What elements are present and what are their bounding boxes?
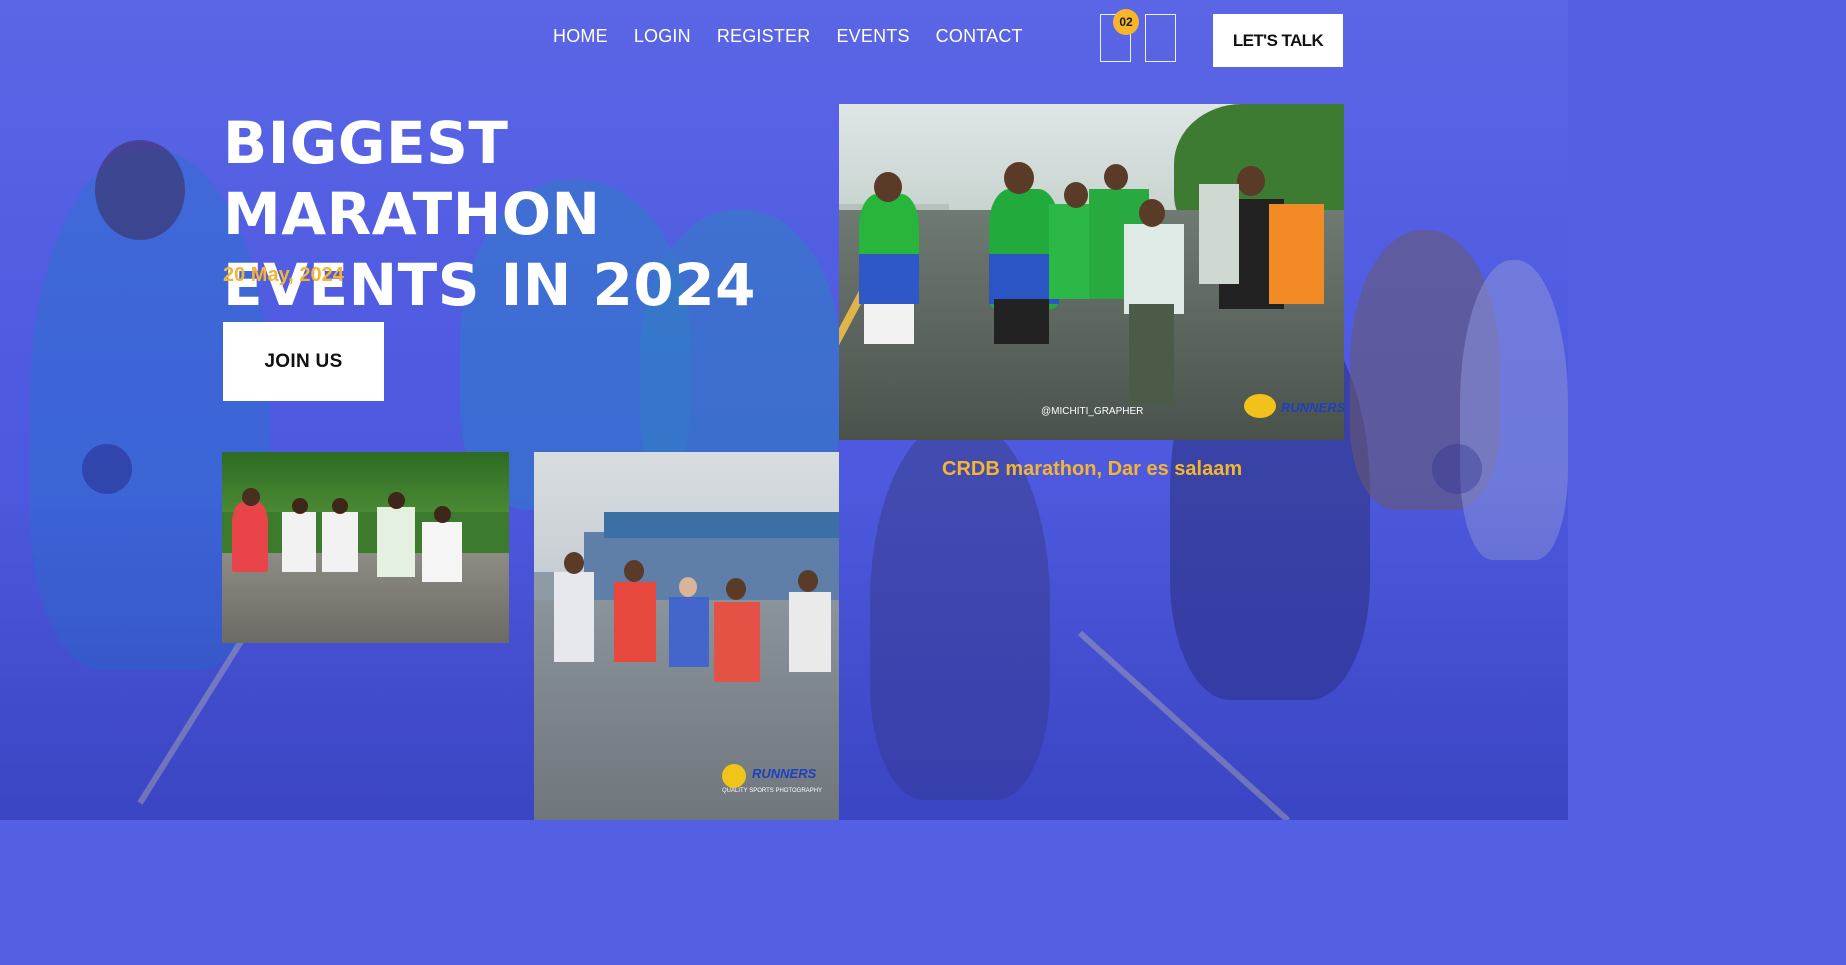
gallery-photo-forest[interactable] — [222, 452, 509, 643]
heart-icon[interactable] — [1145, 14, 1176, 62]
slider-prev-dot[interactable] — [82, 444, 132, 494]
slider-next-dot[interactable] — [1432, 444, 1482, 494]
runners-logo: RUNNERS — [1281, 400, 1344, 415]
small-logo-icon — [722, 764, 746, 788]
small-runners-logo: RUNNERS — [752, 766, 817, 781]
nav-register[interactable]: REGISTER — [717, 26, 811, 47]
lets-talk-button[interactable]: LET'S TALK — [1213, 14, 1343, 67]
photo-watermark: @MICHITI_GRAPHER — [1041, 406, 1144, 417]
cart-icon[interactable]: 02 — [1100, 9, 1139, 62]
small-logo-sub: QUALITY SPORTS PHOTOGRAPHY — [722, 788, 823, 794]
hero-title-line1: BIGGEST MARATHON — [223, 109, 601, 248]
gallery-main-photo[interactable]: @MICHITI_GRAPHER RUNNERS — [839, 104, 1344, 440]
nav-events[interactable]: EVENTS — [836, 26, 909, 47]
join-us-button[interactable]: JOIN US — [223, 322, 384, 401]
gallery-photo-city[interactable]: RUNNERS QUALITY SPORTS PHOTOGRAPHY — [534, 452, 839, 820]
nav-contact[interactable]: CONTACT — [936, 26, 1023, 47]
hero-title: BIGGEST MARATHON EVENTS IN 2024 — [223, 108, 833, 321]
bg-runner-head — [95, 140, 185, 240]
gallery-main-caption: CRDB marathon, Dar es salaam — [942, 458, 1243, 480]
main-nav: HOME LOGIN REGISTER EVENTS CONTACT — [553, 26, 1023, 47]
event-date: 20 May, 2024 — [223, 264, 344, 286]
runners-logo-icon — [1244, 394, 1276, 418]
cart-count-badge: 02 — [1113, 9, 1139, 35]
nav-home[interactable]: HOME — [553, 26, 608, 47]
nav-login[interactable]: LOGIN — [634, 26, 691, 47]
